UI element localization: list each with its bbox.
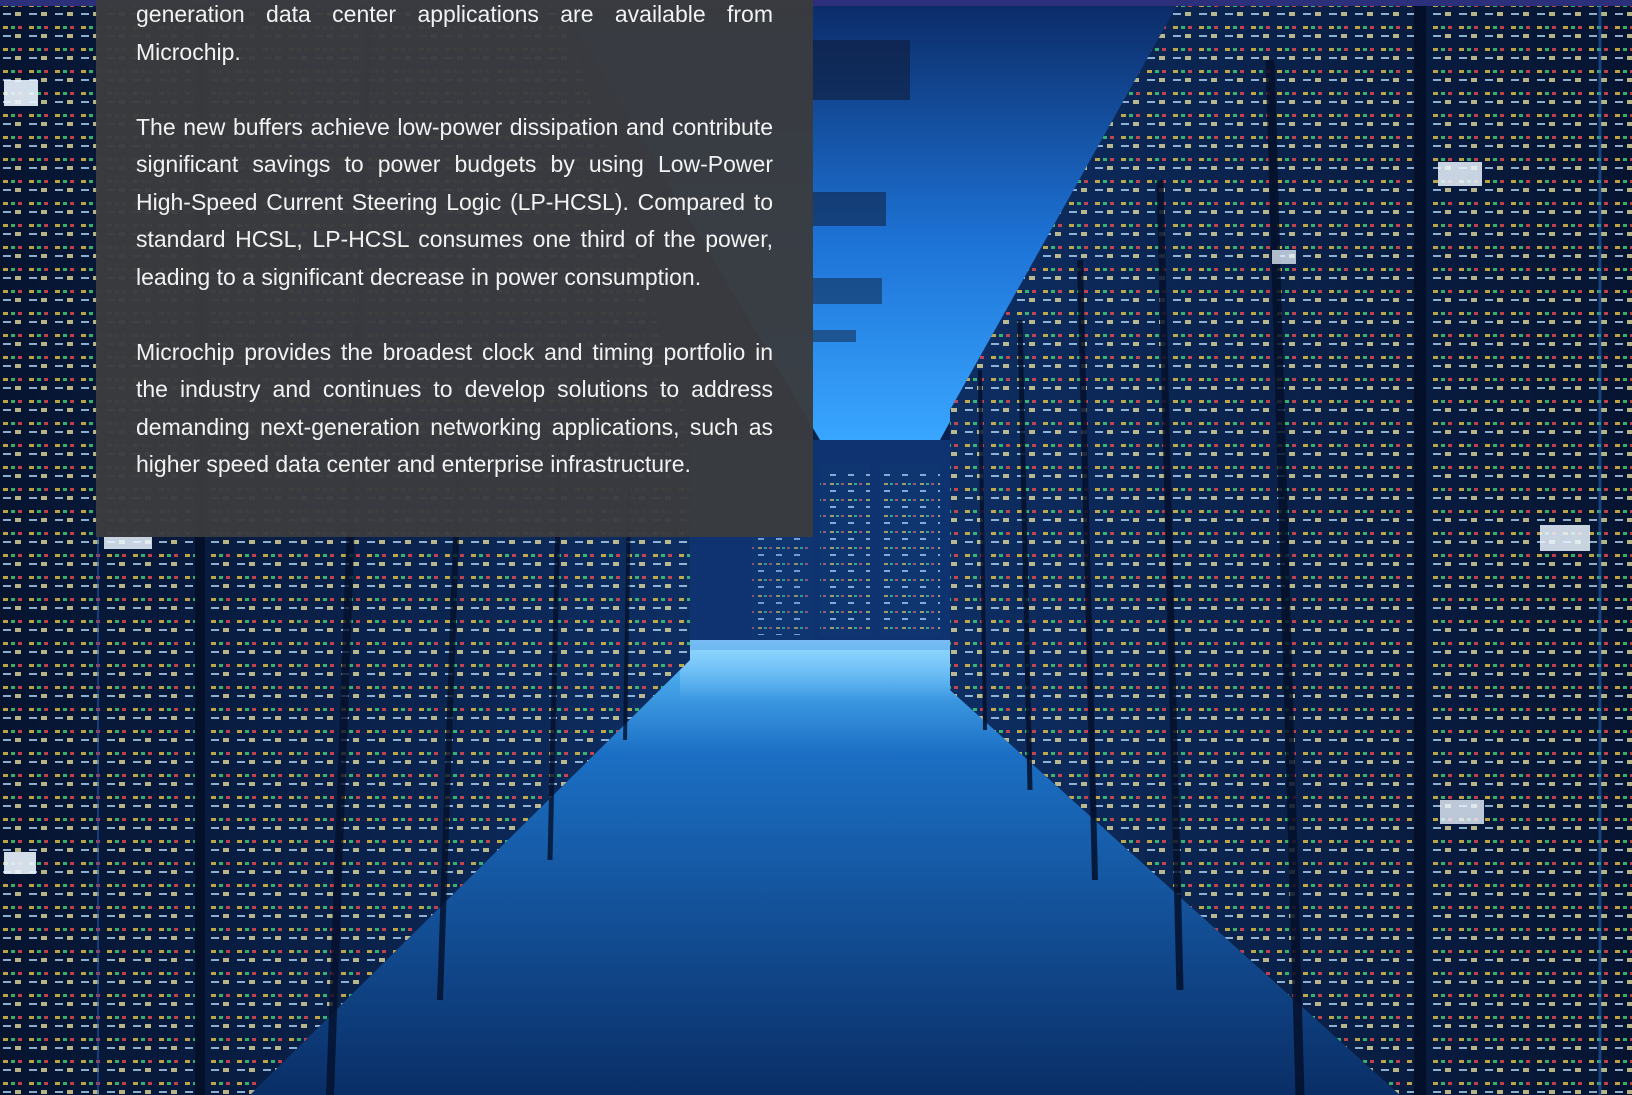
article-paragraph-1: generation data center applications are … bbox=[136, 1, 773, 65]
article-paragraph-3: Microchip provides the broadest clock an… bbox=[136, 338, 773, 478]
article-paragraph-2: The new buffers achieve low-power dissip… bbox=[136, 113, 773, 290]
article-text-panel: generation data center applications are … bbox=[96, 0, 813, 537]
brochure-page: generation data center applications are … bbox=[0, 0, 1632, 1095]
